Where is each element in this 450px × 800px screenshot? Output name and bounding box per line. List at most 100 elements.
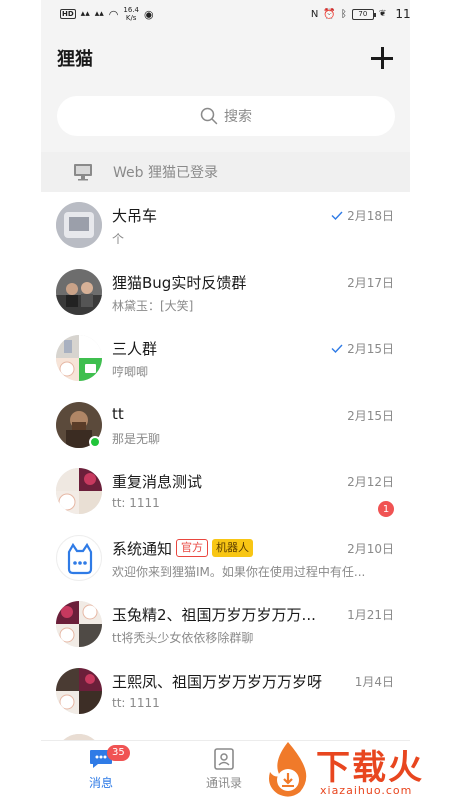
net-speed: 16.4 K/s bbox=[123, 6, 139, 22]
contacts-icon bbox=[214, 748, 234, 770]
conversation-preview: tt: 1111 bbox=[112, 695, 160, 710]
conversation-date-wrap: 1月21日 bbox=[347, 606, 394, 623]
conversation-body: tt 那是无聊 2月15日 bbox=[112, 400, 394, 451]
conversation-body: 系统通知 官方 机器人 欢迎你来到狸猫IM。如果你在使用过程中有任... 2月1… bbox=[112, 533, 394, 584]
read-check-icon bbox=[331, 211, 343, 220]
search-icon bbox=[200, 107, 218, 125]
conversation-row[interactable]: 玉兔精2、祖国万岁万岁万万... tt将秃头少女依依移除群聊 1月21日 bbox=[41, 591, 410, 658]
add-icon[interactable] bbox=[370, 46, 394, 70]
battery-icon: 70 bbox=[351, 8, 376, 20]
conversation-date: 1月4日 bbox=[354, 674, 394, 689]
conversation-body: 狸猫Bug实时反馈群 林黛玉：[大笑] 2月17日 bbox=[112, 267, 394, 318]
app-screen: HD ▴▴ ▴▴ ◠ 16.4K/s ◉ N ⏰ ᛒ 70 ❦ 11:20 狸猫… bbox=[41, 0, 410, 800]
tab-contacts-label: 通讯录 bbox=[205, 776, 242, 790]
conversation-row[interactable]: 重复消息测试 tt: 1111 2月12日 1 bbox=[41, 458, 410, 525]
conversation-name: 系统通知 bbox=[112, 539, 173, 558]
conversation-preview: tt: 1111 bbox=[112, 496, 160, 510]
conversation-preview: 那是无聊 bbox=[112, 431, 161, 446]
avatar bbox=[56, 468, 102, 515]
conversation-preview: 林黛玉：[大笑] bbox=[112, 298, 194, 313]
watermark-url: xiazaihuo.com bbox=[320, 784, 413, 797]
tab-messages[interactable]: 消息 35 bbox=[61, 745, 141, 791]
conversation-name: 玉兔精2、祖国万岁万岁万万... bbox=[112, 606, 316, 624]
web-login-text: Web 狸猫已登录 bbox=[113, 165, 218, 181]
conversation-list: 大吊车 个 2月18日 狸猫Bug实时反馈群 林黛玉：[大笑] 2月17日 三人… bbox=[41, 192, 410, 740]
messages-badge: 35 bbox=[107, 745, 130, 761]
conversation-row[interactable]: tt 那是无聊 2月15日 bbox=[41, 392, 410, 459]
avatar bbox=[56, 202, 102, 249]
wifi-icon: ◠ bbox=[108, 7, 119, 21]
conversation-preview: 个 bbox=[112, 232, 125, 246]
status-left: HD ▴▴ ▴▴ ◠ 16.4 K/s ◉ bbox=[60, 6, 154, 22]
avatar bbox=[56, 335, 102, 382]
conversation-date: 2月18日 bbox=[347, 209, 394, 223]
signal-icon: ▴▴ bbox=[80, 9, 90, 19]
conversation-preview: 哼唧唧 bbox=[112, 365, 149, 379]
conversation-row[interactable]: 系统通知 官方 机器人 欢迎你来到狸猫IM。如果你在使用过程中有任... 2月1… bbox=[41, 525, 410, 592]
conversation-date-wrap: 1月4日 bbox=[355, 673, 394, 690]
fire-logo-icon bbox=[269, 742, 307, 797]
conversation-name-wrap: 系统通知 官方 机器人 bbox=[112, 538, 254, 559]
conversation-date: 1月21日 bbox=[347, 608, 394, 622]
leaf-icon: ❦ bbox=[378, 9, 387, 19]
conversation-row[interactable]: 王熙凤、祖国万岁万岁万万岁呀 tt: 1111 1月4日 bbox=[41, 658, 410, 725]
alarm-icon: ⏰ bbox=[323, 8, 336, 20]
tab-messages-label: 消息 bbox=[88, 776, 113, 790]
conversation-name: 狸猫Bug实时反馈群 bbox=[112, 273, 247, 292]
conversation-name: 重复消息测试 bbox=[112, 473, 203, 491]
conversation-name: 三人群 bbox=[112, 340, 158, 358]
conversation-body: 三人群 哼唧唧 2月15日 bbox=[112, 333, 394, 384]
conversation-date: 2月10日 bbox=[347, 541, 394, 556]
tab-contacts[interactable]: 通讯录 bbox=[184, 747, 264, 791]
conversation-body: 大吊车 个 2月18日 bbox=[112, 200, 394, 251]
conversation-date-wrap: 2月15日 bbox=[347, 407, 394, 424]
conversation-body: 重复消息测试 tt: 1111 2月12日 1 bbox=[112, 466, 394, 517]
online-status-dot bbox=[89, 435, 101, 448]
eye-icon: ◉ bbox=[143, 7, 154, 21]
bluetooth-icon: ᛒ bbox=[340, 8, 347, 20]
page-margin-right bbox=[409, 0, 450, 800]
avatar bbox=[56, 534, 102, 581]
read-check-icon bbox=[331, 344, 343, 353]
status-right: N ⏰ ᛒ 70 ❦ 11:20 bbox=[311, 7, 410, 21]
conversation-date-wrap: 2月18日 bbox=[331, 207, 394, 224]
conversation-date: 2月17日 bbox=[347, 275, 394, 290]
official-tag: 官方 bbox=[176, 539, 209, 557]
avatar bbox=[56, 268, 102, 315]
conversation-date: 2月12日 bbox=[347, 475, 394, 489]
conversation-row[interactable]: 大吊车 个 2月18日 bbox=[41, 192, 410, 259]
robot-tag: 机器人 bbox=[212, 539, 254, 557]
web-login-banner[interactable]: Web 狸猫已登录 bbox=[41, 152, 410, 192]
search-placeholder: 搜索 bbox=[224, 109, 252, 125]
conversation-name: 王熙凤、祖国万岁万岁万万岁呀 bbox=[112, 672, 323, 691]
avatar bbox=[56, 601, 102, 648]
conversation-date-wrap: 2月17日 bbox=[347, 274, 394, 291]
status-bar: HD ▴▴ ▴▴ ◠ 16.4K/s ◉ N ⏰ ᛒ 70 ❦ 11:20 bbox=[41, 0, 410, 28]
conversation-name: tt bbox=[112, 404, 124, 423]
watermark-logo: 下载火 xiazaihuo.com bbox=[260, 738, 450, 800]
conversation-date: 2月15日 bbox=[347, 342, 394, 356]
conversation-row[interactable]: 三人群 哼唧唧 2月15日 bbox=[41, 325, 410, 392]
conversation-body: 玉兔精2、祖国万岁万岁万万... tt将秃头少女依依移除群聊 1月21日 bbox=[112, 599, 394, 650]
status-time: 11:20 bbox=[395, 7, 410, 21]
conversation-date-wrap: 2月10日 bbox=[347, 540, 394, 557]
nfc-icon: N bbox=[310, 8, 319, 20]
avatar bbox=[56, 667, 102, 714]
conversation-date: 2月15日 bbox=[347, 408, 394, 423]
signal-icon-2: ▴▴ bbox=[94, 9, 104, 19]
unread-badge: 1 bbox=[378, 501, 394, 517]
search-input[interactable]: 搜索 bbox=[57, 96, 395, 136]
hd-indicator: HD bbox=[60, 9, 76, 19]
app-header: 狸猫 bbox=[41, 28, 410, 88]
conversation-date-wrap: 2月15日 bbox=[331, 340, 394, 357]
monitor-icon bbox=[74, 164, 92, 181]
page-title: 狸猫 bbox=[57, 49, 93, 70]
conversation-body: 王熙凤、祖国万岁万岁万万岁呀 tt: 1111 1月4日 bbox=[112, 666, 394, 717]
conversation-name: 大吊车 bbox=[112, 207, 158, 225]
conversation-row[interactable]: 狸猫Bug实时反馈群 林黛玉：[大笑] 2月17日 bbox=[41, 259, 410, 326]
page-margin-left bbox=[0, 0, 41, 800]
conversation-preview: 欢迎你来到狸猫IM。如果你在使用过程中有任... bbox=[112, 564, 366, 579]
conversation-preview: tt将秃头少女依依移除群聊 bbox=[112, 631, 254, 645]
conversation-date-wrap: 2月12日 bbox=[347, 473, 394, 490]
watermark-text: 下载火 bbox=[316, 748, 424, 788]
